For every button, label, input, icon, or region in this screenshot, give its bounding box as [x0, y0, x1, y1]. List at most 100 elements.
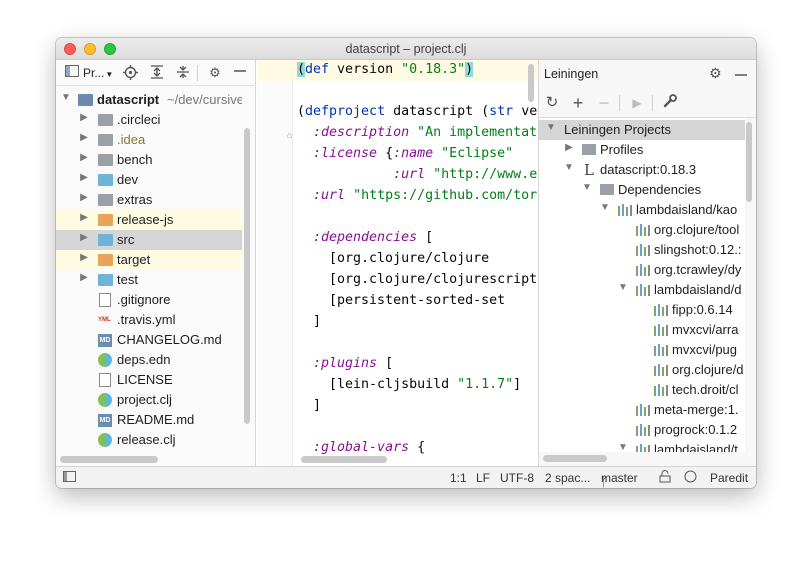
tree-row-test[interactable]: ▶ test	[56, 270, 242, 290]
module-folder-icon	[78, 94, 93, 106]
collapse-all-icon[interactable]	[175, 65, 191, 81]
locate-icon[interactable]	[122, 65, 138, 81]
chevron-down-icon[interactable]: ▼	[617, 282, 629, 293]
chevron-down-icon[interactable]: ▼	[563, 162, 575, 173]
tree-row-extras[interactable]: ▶ extras	[56, 190, 242, 210]
code-editor[interactable]: ⌂ (def version "0.18.3") (defproject dat…	[257, 60, 537, 466]
leiningen-vertical-scrollbar[interactable]	[746, 122, 752, 202]
tree-row-idea[interactable]: ▶ .idea	[56, 130, 242, 150]
chevron-down-icon[interactable]: ▼	[60, 92, 72, 103]
tree-row-readme[interactable]: MD README.md	[56, 410, 242, 430]
chevron-right-icon[interactable]: ▶	[563, 142, 575, 153]
lein-row-dep[interactable]: mvxcvi/pug	[539, 340, 745, 360]
hide-panel-icon[interactable]	[735, 68, 747, 86]
indent-setting[interactable]: 2 spac...	[545, 471, 590, 485]
tree-row-release-js[interactable]: ▶ release-js	[56, 210, 242, 230]
lein-row-dep[interactable]: meta-merge:1.	[539, 400, 745, 420]
wrench-icon[interactable]	[661, 94, 679, 112]
remove-icon[interactable]: −	[595, 94, 613, 112]
line-separator[interactable]: LF	[476, 471, 490, 485]
lein-row-dep[interactable]: ▼ lambdaisland/d	[539, 280, 745, 300]
tree-row-circleci[interactable]: ▶ .circleci	[56, 110, 242, 130]
tree-row-dev[interactable]: ▶ dev	[56, 170, 242, 190]
chevron-right-icon[interactable]: ▶	[78, 192, 90, 203]
lein-row-datascript[interactable]: ▼ L datascript:0.18.3	[539, 160, 745, 180]
library-icon	[636, 444, 650, 452]
tree-row-src[interactable]: ▶ src	[56, 230, 242, 250]
lein-row-dep[interactable]: ▼ lambdaisland/kao	[539, 200, 745, 220]
tree-row-project-clj[interactable]: project.clj	[56, 390, 242, 410]
paredit-mode[interactable]: Paredit	[710, 471, 748, 485]
chevron-right-icon[interactable]: ▶	[78, 252, 90, 263]
hide-panel-icon[interactable]	[232, 65, 248, 81]
lein-label: meta-merge:1.	[654, 402, 739, 417]
chevron-down-icon[interactable]: ▼	[599, 202, 611, 213]
leiningen-horizontal-scrollbar[interactable]	[543, 455, 607, 462]
lein-row-dep[interactable]: org.clojure/d	[539, 360, 745, 380]
code-area[interactable]: (def version "0.18.3") (defproject datas…	[297, 60, 537, 460]
chevron-down-icon[interactable]: ▼	[581, 182, 593, 193]
lein-label: org.tcrawley/dy	[654, 262, 742, 277]
chevron-down-icon[interactable]: ▼	[545, 122, 557, 133]
chevron-right-icon[interactable]: ▶	[78, 212, 90, 223]
tree-row-deps[interactable]: deps.edn	[56, 350, 242, 370]
tree-row-gitignore[interactable]: .gitignore	[56, 290, 242, 310]
lein-row-dep[interactable]: ▼ lambdaisland/t	[539, 440, 745, 452]
lein-label: lambdaisland/t	[654, 442, 738, 452]
chevron-down-icon[interactable]: ▼	[617, 442, 629, 452]
lein-row-dep[interactable]: org.clojure/tool	[539, 220, 745, 240]
markdown-file-icon: MD	[98, 334, 112, 347]
add-icon[interactable]: +	[569, 94, 587, 112]
lein-row-dep[interactable]: org.tcrawley/dy	[539, 260, 745, 280]
chevron-down-icon: ▼	[105, 70, 114, 79]
editor-horizontal-scrollbar[interactable]	[301, 456, 387, 463]
tree-label: .travis.yml	[117, 312, 176, 327]
project-vertical-scrollbar[interactable]	[244, 128, 250, 424]
tree-row-target[interactable]: ▶ target	[56, 250, 242, 270]
chevron-right-icon[interactable]: ▶	[78, 272, 90, 283]
project-horizontal-scrollbar[interactable]	[60, 456, 158, 463]
git-branch-widget[interactable]: ᚴ master	[601, 471, 638, 488]
lock-icon[interactable]	[659, 470, 671, 486]
lein-row-dep[interactable]: progrock:0.1.2	[539, 420, 745, 440]
tree-row-release-clj[interactable]: release.clj	[56, 430, 242, 450]
folder-icon	[98, 194, 113, 206]
file-encoding[interactable]: UTF-8	[500, 471, 534, 485]
lein-row-profiles[interactable]: ▶ Profiles	[539, 140, 745, 160]
gear-icon[interactable]: ⚙	[709, 65, 722, 82]
caret-position[interactable]: 1:1	[450, 471, 467, 485]
expand-all-icon[interactable]	[149, 65, 165, 81]
library-icon	[636, 244, 650, 256]
lein-row-dep[interactable]: tech.droit/cl	[539, 380, 745, 400]
folder-icon	[98, 114, 113, 126]
library-icon	[654, 384, 668, 396]
fold-marker-icon[interactable]: ⌂	[287, 130, 292, 140]
lein-row-projects[interactable]: ▼ Leiningen Projects	[539, 120, 745, 140]
gear-icon[interactable]: ⚙	[207, 65, 223, 81]
run-icon[interactable]: ▶	[628, 94, 646, 112]
chevron-right-icon[interactable]: ▶	[78, 152, 90, 163]
panel-layout-icon[interactable]	[64, 65, 80, 81]
lein-row-dep[interactable]: fipp:0.6.14	[539, 300, 745, 320]
chevron-right-icon[interactable]: ▶	[78, 172, 90, 183]
tree-row-root[interactable]: ▼ datascript ~/dev/cursive	[56, 90, 242, 110]
tree-row-license[interactable]: LICENSE	[56, 370, 242, 390]
tree-label: README.md	[117, 412, 195, 427]
status-bar: 1:1 LF UTF-8 2 spac... ᚴ master Paredit	[56, 466, 756, 488]
tool-windows-icon[interactable]	[63, 471, 76, 485]
notifications-icon[interactable]	[684, 470, 697, 486]
tree-row-bench[interactable]: ▶ bench	[56, 150, 242, 170]
leiningen-header: Leiningen ⚙	[539, 60, 756, 88]
tree-row-changelog[interactable]: MD CHANGELOG.md	[56, 330, 242, 350]
lein-row-dep[interactable]: slingshot:0.12.:	[539, 240, 745, 260]
lein-row-dep[interactable]: mvxcvi/arra	[539, 320, 745, 340]
tree-row-travis[interactable]: YML .travis.yml	[56, 310, 242, 330]
refresh-icon[interactable]: ↻	[543, 94, 561, 112]
editor-vertical-scrollbar[interactable]	[528, 64, 534, 102]
chevron-right-icon[interactable]: ▶	[78, 112, 90, 123]
chevron-right-icon[interactable]: ▶	[78, 132, 90, 143]
chevron-right-icon[interactable]: ▶	[78, 232, 90, 243]
lein-row-dependencies[interactable]: ▼ Dependencies	[539, 180, 745, 200]
project-view-dropdown[interactable]: Pr...▼	[83, 66, 113, 80]
lein-label: slingshot:0.12.:	[654, 242, 742, 257]
